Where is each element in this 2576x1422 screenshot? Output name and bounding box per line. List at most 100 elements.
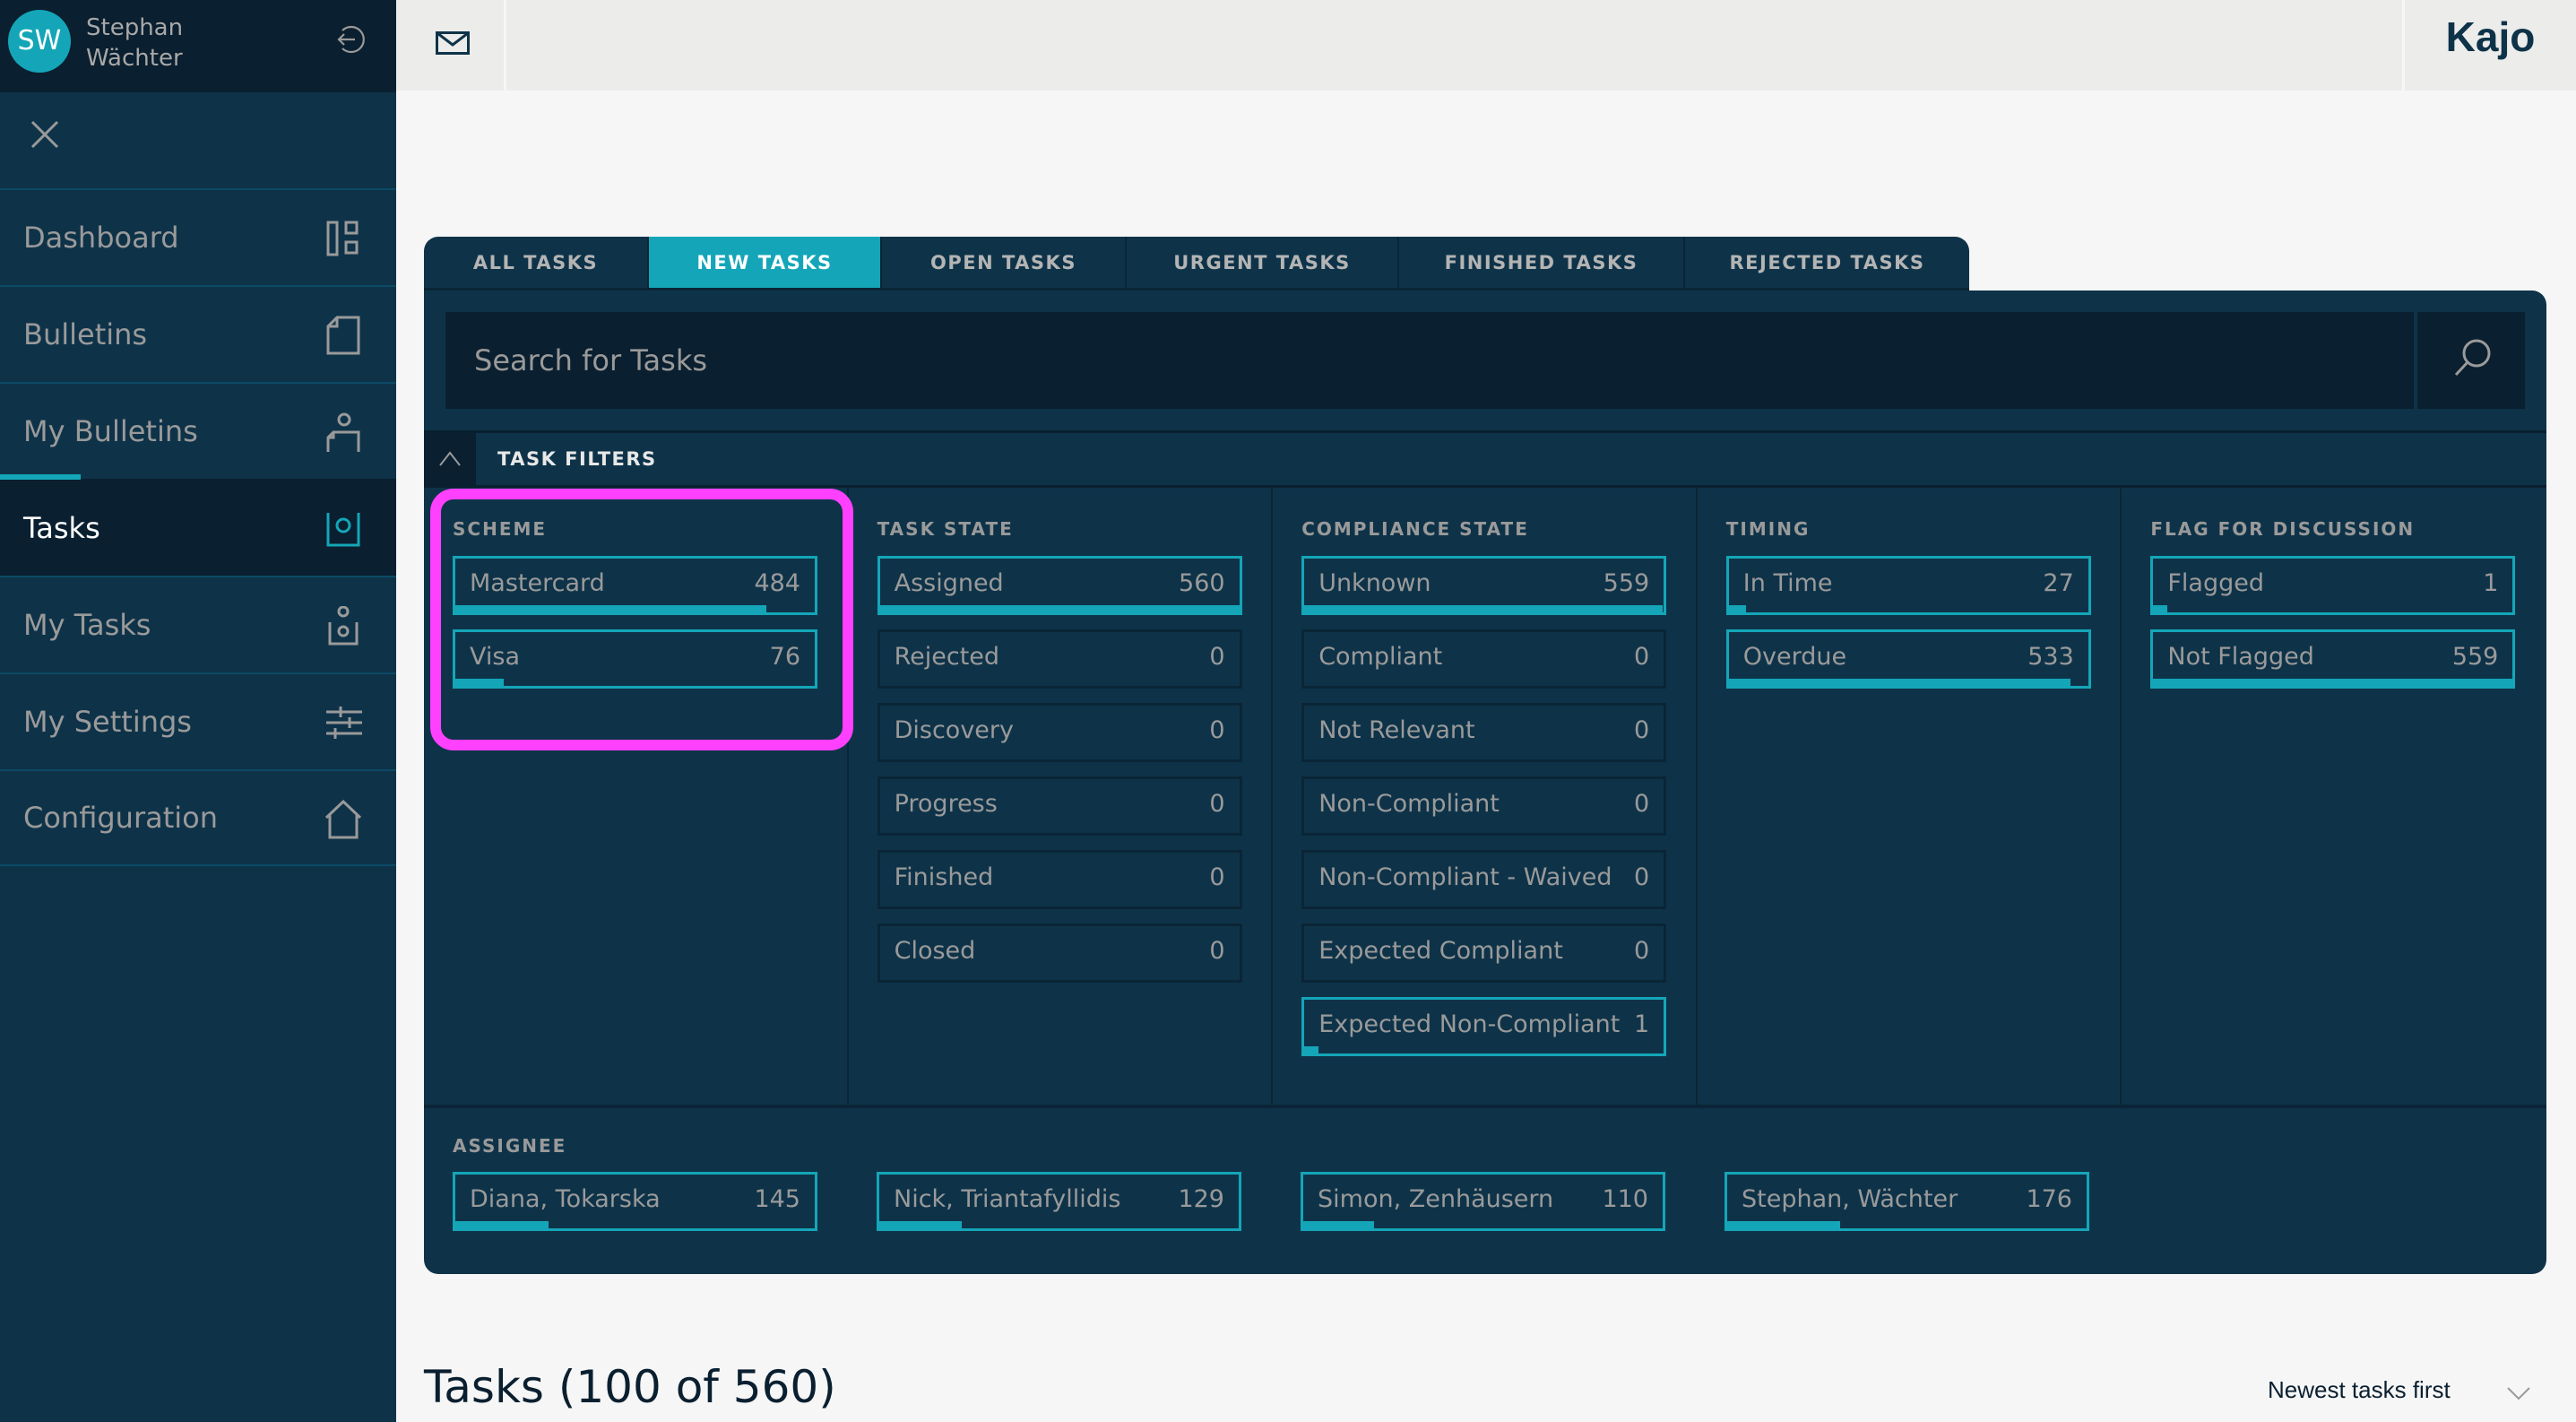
sidebar: SW Stephan Wächter Dashboard Bulletins M xyxy=(0,0,396,1422)
sliders-icon xyxy=(326,707,362,739)
task-filters-header: TASK FILTERS xyxy=(424,430,2546,488)
filter-item-label: In Time xyxy=(1742,568,1833,597)
filter-item-label: Not Flagged xyxy=(2167,642,2314,671)
filter-item[interactable]: Non-Compliant 0 xyxy=(1301,776,1667,836)
chevron-down-icon[interactable] xyxy=(2506,1385,2531,1401)
filter-column-title: TASK STATE xyxy=(877,518,1014,540)
task-panel: TASK FILTERS SCHEME Mastercard 484 Visa 76 … xyxy=(424,290,2546,1274)
filter-item[interactable]: Closed 0 xyxy=(877,923,1242,983)
assignee-title: ASSIGNEE xyxy=(453,1135,567,1157)
tab-new-tasks[interactable]: NEW TASKS xyxy=(649,237,882,290)
filter-item-count: 559 xyxy=(1603,568,1650,597)
tab-open-tasks[interactable]: OPEN TASKS xyxy=(882,237,1127,290)
filter-item-proportion-bar xyxy=(879,1221,963,1228)
sidebar-item-label: Configuration xyxy=(23,801,219,835)
search-button[interactable] xyxy=(2417,312,2525,409)
filter-item[interactable]: Visa 76 xyxy=(453,629,817,689)
tab-rejected-tasks[interactable]: REJECTED TASKS xyxy=(1685,237,1969,290)
sidebar-item-bulletins[interactable]: Bulletins xyxy=(0,285,396,382)
filter-item[interactable]: Not Flagged 559 xyxy=(2150,629,2516,689)
filter-item-proportion-bar xyxy=(2153,605,2168,612)
filter-item-label: Assigned xyxy=(894,568,1004,597)
filter-column-title: COMPLIANCE STATE xyxy=(1301,518,1529,540)
filter-columns: SCHEME Mastercard 484 Visa 76 TASK STATE As… xyxy=(424,488,2546,1105)
filter-item-label: Unknown xyxy=(1318,568,1431,597)
sidebar-item-dashboard[interactable]: Dashboard xyxy=(0,188,396,285)
filter-column-timing: TIMING In Time 27 Overdue 533 xyxy=(1698,488,2122,1105)
filter-column-scheme: SCHEME Mastercard 484 Visa 76 xyxy=(424,488,849,1105)
filter-item-proportion-bar xyxy=(1728,679,2071,686)
filter-item-proportion-bar xyxy=(455,679,505,686)
close-sidebar-icon[interactable] xyxy=(27,117,63,152)
avatar[interactable]: SW xyxy=(8,10,71,73)
tasks-icon xyxy=(326,513,360,547)
collapse-filters-button[interactable] xyxy=(424,433,476,485)
mail-icon xyxy=(436,31,470,55)
filter-item-count: 1 xyxy=(2483,568,2499,597)
filter-item-label: Expected Non-Compliant xyxy=(1318,1010,1621,1038)
top-bar: Kajo xyxy=(396,0,2576,91)
filter-item[interactable]: Nick, Triantafyllidis 129 xyxy=(877,1172,1241,1231)
sidebar-item-tasks[interactable]: Tasks xyxy=(0,474,396,576)
chevron-up-icon xyxy=(439,451,461,466)
filter-item-label: Rejected xyxy=(894,642,1000,671)
sidebar-item-configuration[interactable]: Configuration xyxy=(0,769,396,866)
user-tasks-icon xyxy=(328,606,359,646)
filter-item-count: 560 xyxy=(1179,568,1225,597)
filter-item[interactable]: Simon, Zenhäusern 110 xyxy=(1301,1172,1665,1231)
filter-item[interactable]: Compliant 0 xyxy=(1301,629,1667,689)
filter-item-label: Overdue xyxy=(1742,642,1847,671)
filter-item[interactable]: Expected Non-Compliant 1 xyxy=(1301,997,1667,1056)
task-list-title: Tasks (100 of 560) xyxy=(424,1361,836,1413)
tab-finished-tasks[interactable]: FINISHED TASKS xyxy=(1399,237,1685,290)
filter-item[interactable]: Discovery 0 xyxy=(877,703,1242,762)
filter-item-count: 0 xyxy=(1634,789,1650,818)
filter-item[interactable]: Overdue 533 xyxy=(1725,629,2091,689)
filter-item-label: Diana, Tokarska xyxy=(470,1184,661,1213)
filter-item[interactable]: Diana, Tokarska 145 xyxy=(453,1172,817,1231)
filter-item[interactable]: Expected Compliant 0 xyxy=(1301,923,1667,983)
sort-dropdown[interactable]: Newest tasks first xyxy=(2268,1376,2537,1412)
filter-item-count: 0 xyxy=(1209,715,1225,744)
filter-item[interactable]: Stephan, Wächter 176 xyxy=(1725,1172,2089,1231)
filter-item[interactable]: Unknown 559 xyxy=(1301,556,1667,615)
filter-item-label: Discovery xyxy=(894,715,1014,744)
filter-item-label: Nick, Triantafyllidis xyxy=(894,1184,1121,1213)
filter-item-count: 76 xyxy=(769,642,800,671)
tab-all-tasks[interactable]: ALL TASKS xyxy=(424,237,649,290)
filter-item[interactable]: Non-Compliant - Waived 0 xyxy=(1301,850,1667,909)
filter-item[interactable]: Rejected 0 xyxy=(877,629,1242,689)
sidebar-item-label: Tasks xyxy=(23,511,100,545)
filter-item[interactable]: Mastercard 484 xyxy=(453,556,817,615)
logout-icon[interactable] xyxy=(333,22,369,57)
user-name: Stephan Wächter xyxy=(86,13,183,74)
filter-item-proportion-bar xyxy=(1727,1221,1841,1228)
filter-item[interactable]: In Time 27 xyxy=(1725,556,2091,615)
filter-item-count: 176 xyxy=(2026,1184,2072,1213)
filter-item[interactable]: Flagged 1 xyxy=(2150,556,2516,615)
filter-item[interactable]: Progress 0 xyxy=(877,776,1242,836)
filter-item[interactable]: Assigned 560 xyxy=(877,556,1242,615)
divider xyxy=(424,1105,2546,1108)
messages-button[interactable] xyxy=(396,0,506,91)
user-first-name: Stephan xyxy=(86,14,184,41)
sidebar-item-label: My Settings xyxy=(23,705,192,739)
sidebar-item-my-bulletins[interactable]: My Bulletins xyxy=(0,382,396,479)
filter-item-count: 559 xyxy=(2451,642,2499,671)
sidebar-item-label: My Bulletins xyxy=(23,414,198,448)
search-box xyxy=(445,312,2414,409)
filter-item-count: 0 xyxy=(1634,936,1650,965)
tab-urgent-tasks[interactable]: URGENT TASKS xyxy=(1127,237,1399,290)
filter-item-count: 27 xyxy=(2043,568,2074,597)
filter-item-proportion-bar xyxy=(1303,1221,1374,1228)
search-input[interactable] xyxy=(445,312,2414,409)
dashboard-icon xyxy=(326,221,359,256)
filter-item[interactable]: Finished 0 xyxy=(877,850,1242,909)
sidebar-item-my-settings[interactable]: My Settings xyxy=(0,672,396,769)
filter-item-label: Not Relevant xyxy=(1318,715,1475,744)
sidebar-item-my-tasks[interactable]: My Tasks xyxy=(0,576,396,672)
assignee-filters: Diana, Tokarska 145 Nick, Triantafyllidis 1… xyxy=(453,1172,2148,1231)
filter-item[interactable]: Not Relevant 0 xyxy=(1301,703,1667,762)
filter-item-label: Stephan, Wächter xyxy=(1742,1184,1958,1213)
filter-item-proportion-bar xyxy=(1728,605,1747,612)
